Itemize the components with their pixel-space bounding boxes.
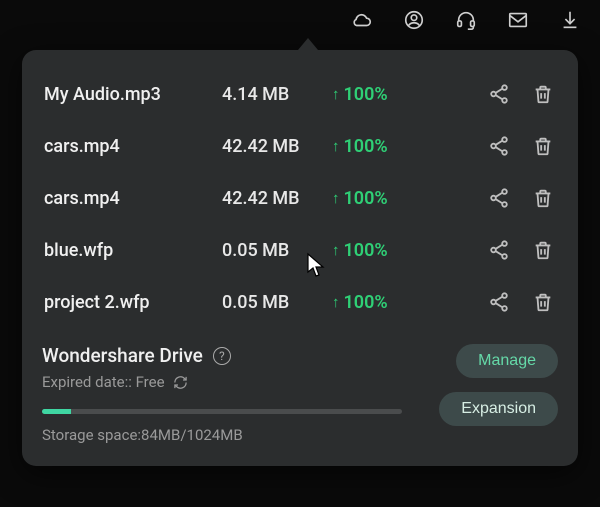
expansion-button[interactable]: Expansion	[439, 392, 558, 426]
storage-progress	[42, 409, 402, 414]
trash-icon[interactable]	[530, 133, 556, 159]
drive-title: Wondershare Drive	[42, 344, 203, 367]
file-size: 4.14 MB	[222, 84, 332, 105]
file-list: My Audio.mp3 4.14 MB ↑100% cars.mp4 42.4…	[42, 68, 558, 328]
file-row: My Audio.mp3 4.14 MB ↑100%	[42, 68, 558, 120]
file-size: 42.42 MB	[222, 188, 332, 209]
share-icon[interactable]	[486, 133, 512, 159]
help-icon[interactable]: ?	[213, 347, 231, 365]
share-icon[interactable]	[486, 237, 512, 263]
share-icon[interactable]	[486, 81, 512, 107]
file-size: 0.05 MB	[222, 292, 332, 313]
file-status: ↑100%	[332, 188, 432, 209]
trash-icon[interactable]	[530, 237, 556, 263]
mail-icon[interactable]	[506, 8, 530, 32]
trash-icon[interactable]	[530, 81, 556, 107]
share-icon[interactable]	[486, 289, 512, 315]
trash-icon[interactable]	[530, 289, 556, 315]
file-row: cars.mp4 42.42 MB ↑100%	[42, 172, 558, 224]
file-status: ↑100%	[332, 240, 432, 261]
file-status: ↑100%	[332, 292, 432, 313]
cloud-panel: My Audio.mp3 4.14 MB ↑100% cars.mp4 42.4…	[22, 50, 578, 466]
drive-section: Wondershare Drive ? Expired date:: Free …	[42, 338, 558, 444]
trash-icon[interactable]	[530, 185, 556, 211]
manage-button[interactable]: Manage	[456, 344, 558, 378]
storage-label: Storage space:84MB/1024MB	[42, 426, 439, 444]
share-icon[interactable]	[486, 185, 512, 211]
file-size: 0.05 MB	[222, 240, 332, 261]
file-name: blue.wfp	[44, 240, 222, 261]
headset-icon[interactable]	[454, 8, 478, 32]
upload-arrow-icon: ↑	[332, 85, 340, 103]
panel-pointer	[298, 38, 318, 50]
storage-progress-fill	[42, 409, 71, 414]
file-name: My Audio.mp3	[44, 84, 222, 105]
upload-arrow-icon: ↑	[332, 293, 340, 311]
top-bar	[0, 0, 600, 40]
file-status: ↑100%	[332, 136, 432, 157]
upload-arrow-icon: ↑	[332, 189, 340, 207]
file-name: project 2.wfp	[44, 292, 222, 313]
profile-icon[interactable]	[402, 8, 426, 32]
file-row: cars.mp4 42.42 MB ↑100%	[42, 120, 558, 172]
file-status: ↑100%	[332, 84, 432, 105]
refresh-icon[interactable]	[173, 375, 188, 390]
file-name: cars.mp4	[44, 136, 222, 157]
file-size: 42.42 MB	[222, 136, 332, 157]
file-name: cars.mp4	[44, 188, 222, 209]
upload-arrow-icon: ↑	[332, 241, 340, 259]
expired-label: Expired date:: Free	[42, 373, 165, 391]
file-row: project 2.wfp 0.05 MB ↑100%	[42, 276, 558, 328]
cloud-icon[interactable]	[350, 8, 374, 32]
download-icon[interactable]	[558, 8, 582, 32]
file-row: blue.wfp 0.05 MB ↑100%	[42, 224, 558, 276]
upload-arrow-icon: ↑	[332, 137, 340, 155]
